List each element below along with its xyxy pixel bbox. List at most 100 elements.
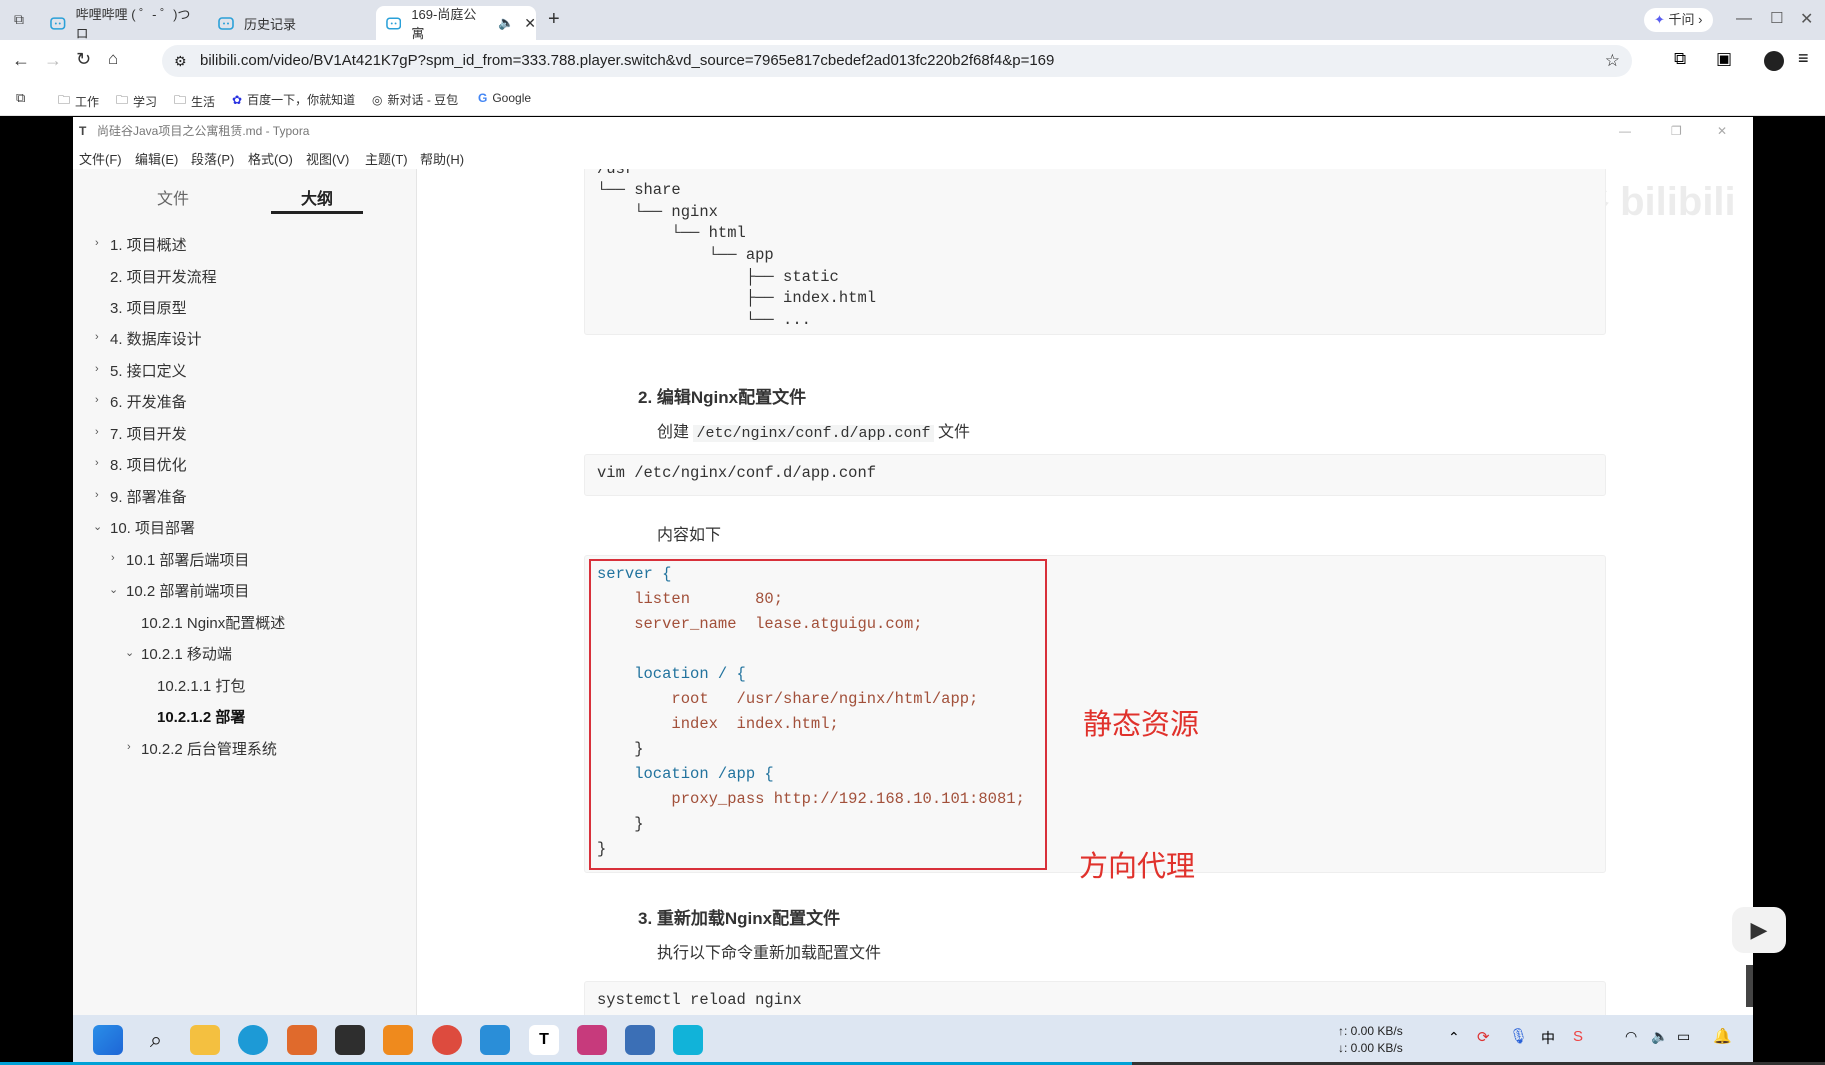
bilibili-icon: [386, 17, 402, 30]
config-text: }: [597, 840, 607, 858]
expand-chevron-icon: ›: [95, 457, 99, 469]
notification-icon: 🔔: [1713, 1028, 1732, 1045]
new-tab-icon[interactable]: +: [548, 8, 560, 31]
annotation-static-resources: 静态资源: [1083, 709, 1200, 741]
address-bar[interactable]: ⚙ bilibili.com/video/BV1At421K7gP?spm_id…: [162, 45, 1632, 77]
sublime-icon: [383, 1025, 413, 1055]
vim-command: vim /etc/nginx/conf.d/app.conf: [597, 464, 877, 482]
bookmark-work[interactable]: 🗀 工作: [58, 91, 99, 112]
tab-video-active[interactable]: 169-尚庭公寓 🔈 ✕: [376, 6, 536, 41]
config-line: location / {: [597, 665, 746, 683]
bookmark-baidu[interactable]: ✿ 百度一下，你就知道: [232, 91, 355, 108]
tab-label: 哔哩哔哩 ( ゜- ゜)つロ: [75, 7, 191, 41]
site-info-icon[interactable]: ⚙: [174, 45, 187, 77]
bookmark-google[interactable]: G Google: [478, 91, 531, 105]
expand-chevron-icon: ›: [95, 363, 99, 375]
bilibili-icon: [218, 17, 234, 30]
vmware-icon: [625, 1025, 655, 1055]
bookmark-star-icon[interactable]: ☆: [1605, 45, 1620, 77]
typora-title: 尚硅谷Java项目之公寓租赁.md - Typora: [97, 124, 310, 138]
sidebar-tab-underline: [271, 211, 363, 214]
net-upload-speed: ↑: 0.00 KB/s: [1338, 1024, 1403, 1038]
net-download-speed: ↓: 0.00 KB/s: [1338, 1041, 1403, 1055]
config-line: server {: [597, 565, 671, 583]
tree-line: ├── static: [597, 268, 839, 286]
typora-logo-icon: T: [79, 124, 87, 138]
collapse-chevron-icon: ⌄: [125, 647, 135, 659]
folder-icon: 🗀: [116, 93, 129, 107]
sidebar-tab-files: 文件: [157, 191, 190, 208]
sidebar-tab-outline: 大纲: [301, 191, 334, 208]
profile-avatar[interactable]: [1764, 51, 1784, 71]
back-icon[interactable]: ←: [12, 50, 30, 71]
tab-label: 169-尚庭公寓: [411, 7, 477, 41]
bookmark-label: Google: [492, 91, 532, 105]
bookmarks-bar: ⧉ 🗀 工作 🗀 学习 🗀 生活 ✿ 百度一下，你就知道 ◎ 新对话 - 豆包 G Goog…: [0, 82, 1825, 116]
play-icon: ▶: [1750, 917, 1768, 942]
forward-icon[interactable]: →: [44, 50, 62, 71]
close-window-icon[interactable]: ✕: [1800, 9, 1813, 29]
step2-text-post: 文件: [937, 424, 970, 441]
tree-line: └── app: [597, 246, 774, 264]
expand-chevron-icon: ›: [95, 489, 99, 501]
config-text: listen 80;: [597, 590, 784, 608]
config-text: }: [597, 740, 644, 758]
tab-groups-icon[interactable]: ⧉: [16, 90, 25, 106]
close-tab-icon[interactable]: ✕: [524, 15, 536, 32]
config-line: }: [597, 740, 644, 758]
outline-item: 3. 项目原型: [110, 300, 187, 317]
typora-menubar: 文件(F) 编辑(E) 段落(P) 格式(O) 视图(V) 主题(T) 帮助(H…: [73, 145, 1753, 169]
app-icon: [287, 1025, 317, 1055]
reload-icon[interactable]: ↻: [76, 49, 91, 70]
outline-item: 2. 项目开发流程: [110, 269, 217, 286]
bookmark-label: 生活: [191, 95, 216, 109]
folder-icon: 🗀: [174, 93, 187, 107]
step3-heading: 3. 重新加载Nginx配置文件: [638, 909, 841, 928]
outline-item: 8. 项目优化: [110, 457, 187, 474]
windows-taskbar: ⌕ T ↑: 0.00 KB/s ↓: 0.00 KB/s ⌃ ⟳ 🎙 中 S …: [73, 1015, 1753, 1065]
baidu-icon: ✿: [232, 92, 243, 107]
config-text: }: [597, 815, 644, 833]
typora-close-icon: ✕: [1717, 124, 1728, 138]
tray-chevron-icon: ⌃: [1448, 1029, 1460, 1045]
reload-code-block: systemctl reload nginx: [584, 981, 1606, 1015]
browser-tab-bar: ⧉ 哔哩哔哩 ( ゜- ゜)つロ 历史记录 169-尚庭公寓 🔈 ✕ + ✦ 千…: [0, 0, 1825, 41]
bookmark-label: 学习: [133, 95, 158, 109]
home-icon[interactable]: ⌂: [108, 49, 118, 69]
config-text: root /usr/share/nginx/html/app;: [597, 690, 979, 708]
tab-history[interactable]: 历史记录: [208, 6, 368, 40]
step2-heading: 2. 编辑Nginx配置文件: [638, 388, 807, 407]
inline-code-path: /etc/nginx/conf.d/app.conf: [693, 425, 934, 442]
bilibili-icon: [50, 17, 66, 30]
tab-search-icon[interactable]: ⧉: [14, 11, 24, 28]
assistant-icon: ✦: [1654, 12, 1665, 27]
maximize-icon[interactable]: ☐: [1770, 9, 1783, 27]
play-button[interactable]: ▶: [1732, 907, 1786, 953]
bookmark-doubao[interactable]: ◎ 新对话 - 豆包: [372, 91, 458, 108]
extensions-icon[interactable]: ⧉: [1674, 49, 1686, 69]
assistant-button[interactable]: ✦ 千问 ›: [1644, 8, 1713, 32]
menu-icon[interactable]: ≡: [1798, 48, 1809, 69]
menu-edit: 编辑(E): [135, 152, 179, 167]
doubao-icon: ◎: [372, 92, 383, 107]
speaker-icon[interactable]: 🔈: [498, 15, 514, 31]
bookmark-study[interactable]: 🗀 学习: [116, 91, 157, 112]
outline-item-current: 10.2.1.2 部署: [157, 709, 246, 726]
tray-mic-icon: 🎙: [1509, 1028, 1529, 1045]
config-line: listen 80;: [597, 590, 783, 608]
bookmark-label: 新对话 - 豆包: [387, 93, 459, 107]
minimize-icon[interactable]: —: [1736, 10, 1752, 28]
file-explorer-icon: [190, 1025, 220, 1055]
config-text: proxy_pass http://192.168.10.101:8081;: [597, 790, 1025, 808]
tab-bilibili-home[interactable]: 哔哩哔哩 ( ゜- ゜)つロ: [40, 6, 200, 41]
volume-icon: 🔈: [1651, 1028, 1669, 1044]
config-line: location /app {: [597, 765, 774, 783]
tray-app-icon: S: [1573, 1028, 1584, 1045]
tree-line: /usr: [597, 169, 635, 178]
outline-item: 1. 项目概述: [110, 237, 187, 254]
bookmark-life[interactable]: 🗀 生活: [174, 91, 215, 112]
battery-icon: ▭: [1677, 1028, 1691, 1044]
screenshot-icon[interactable]: ▣: [1716, 49, 1732, 69]
tree-code-block: /usr └── share └── nginx └── html └── ap…: [584, 169, 1606, 335]
config-text: server_name lease.atguigu.com;: [597, 615, 923, 633]
